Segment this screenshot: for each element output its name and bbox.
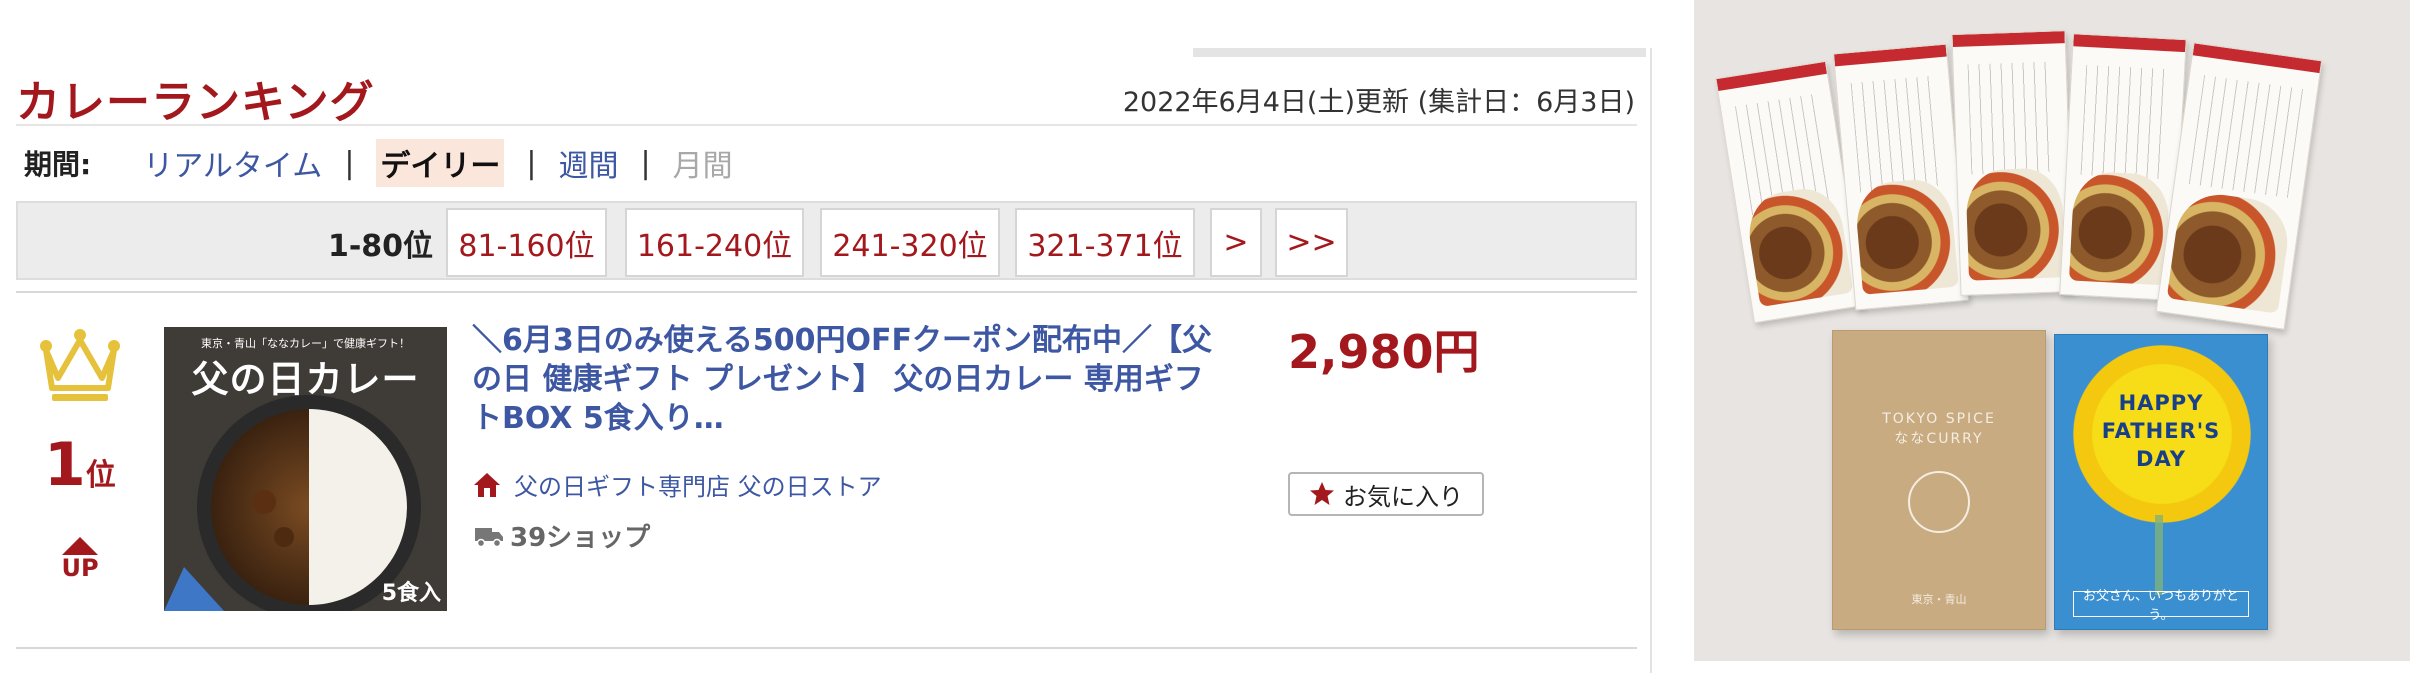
product-price: 2,980円 bbox=[1288, 325, 1480, 379]
period-separator: | bbox=[526, 145, 537, 181]
gift-box-kraft: TOKYO SPICE ななCURRY 東京・青山 bbox=[1832, 330, 2046, 630]
rank-label: 1位 bbox=[44, 430, 116, 500]
period-selector: 期間: リアルタイム | デイリー | 週間 | 月間 bbox=[24, 139, 733, 187]
box-brand-line2: ななCURRY bbox=[1894, 431, 1984, 447]
pagination-last[interactable]: >> bbox=[1275, 208, 1348, 277]
box-location: 東京・青山 bbox=[1911, 593, 1967, 606]
promo-photo: TOKYO SPICE ななCURRY 東京・青山 HAPPY FATHER'S… bbox=[1694, 0, 2410, 661]
divider bbox=[16, 124, 1637, 126]
pagination-link[interactable]: 161-240位 bbox=[625, 208, 804, 277]
period-separator: | bbox=[344, 145, 355, 181]
card-message-line2: FATHER'S bbox=[2101, 419, 2221, 443]
crown-icon bbox=[40, 329, 120, 401]
pagination: 1-80位 81-160位 161-240位 241-320位 321-371位… bbox=[16, 201, 1637, 280]
fathers-day-card: HAPPY FATHER'S DAY お父さん、いつもありがとう。 bbox=[2054, 334, 2268, 630]
divider bbox=[16, 647, 1637, 649]
period-label: 期間: bbox=[24, 148, 92, 181]
card-message-line1: HAPPY bbox=[2118, 391, 2204, 415]
favorite-button[interactable]: お気に入り bbox=[1288, 472, 1484, 516]
pagination-current: 1-80位 bbox=[327, 228, 434, 264]
rank-trend-label: UP bbox=[61, 554, 99, 582]
pagination-link[interactable]: 241-320位 bbox=[820, 208, 1000, 277]
page-title: カレーランキング bbox=[16, 77, 375, 128]
brand-seal-icon bbox=[1908, 471, 1970, 533]
period-daily-active: デイリー bbox=[376, 139, 505, 187]
product-title-link[interactable]: ＼6月3日のみ使える500円OFFクーポン配布中／【父の日 健康ギフト プレゼン… bbox=[472, 321, 1232, 438]
pagination-link[interactable]: 321-371位 bbox=[1015, 208, 1195, 277]
rank-trend: UP bbox=[58, 537, 102, 581]
vertical-divider bbox=[1650, 48, 1652, 673]
period-weekly-link[interactable]: 週間 bbox=[559, 141, 619, 185]
rank-number: 1 bbox=[44, 430, 86, 500]
curry-package bbox=[1951, 30, 2075, 296]
shop-count-link[interactable]: 39ショップ bbox=[474, 517, 650, 554]
period-realtime-link[interactable]: リアルタイム bbox=[143, 141, 322, 185]
shop-count: 39ショップ bbox=[510, 523, 651, 553]
box-brand-line1: TOKYO SPICE bbox=[1882, 411, 1996, 427]
product-image-title: 父の日カレー bbox=[191, 358, 420, 401]
updated-date: 2022年6月4日(土)更新 (集計日：6月3日) bbox=[1122, 87, 1635, 118]
shop-link[interactable]: 父の日ギフト専門店 父の日ストア bbox=[472, 467, 882, 502]
period-monthly-disabled: 月間 bbox=[672, 149, 733, 184]
product-image-qty: 5食入 bbox=[381, 581, 441, 606]
shop-name: 父の日ギフト専門店 父の日ストア bbox=[514, 473, 882, 501]
period-separator: | bbox=[640, 145, 651, 181]
house-icon bbox=[474, 472, 500, 497]
card-message-line3: DAY bbox=[2136, 447, 2186, 471]
pagination-link[interactable]: 81-160位 bbox=[446, 208, 607, 277]
curry-package bbox=[1832, 43, 1970, 311]
top-divider bbox=[1193, 48, 1646, 57]
card-footer: お父さん、いつもありがとう。 bbox=[2073, 589, 2249, 623]
ranking-panel: カレーランキング 2022年6月4日(土)更新 (集計日：6月3日) 期間: リ… bbox=[0, 0, 1652, 673]
pagination-next[interactable]: > bbox=[1210, 208, 1262, 277]
up-arrow-icon bbox=[62, 537, 98, 555]
truck-icon bbox=[475, 527, 503, 547]
product-image[interactable]: 東京・青山「ななカレー」で健康ギフト！ 父の日カレー 5食入 bbox=[164, 327, 447, 611]
divider bbox=[16, 291, 1637, 293]
favorite-label: お気に入り bbox=[1343, 483, 1463, 511]
rank-suffix: 位 bbox=[85, 458, 116, 493]
star-icon bbox=[1310, 482, 1334, 505]
